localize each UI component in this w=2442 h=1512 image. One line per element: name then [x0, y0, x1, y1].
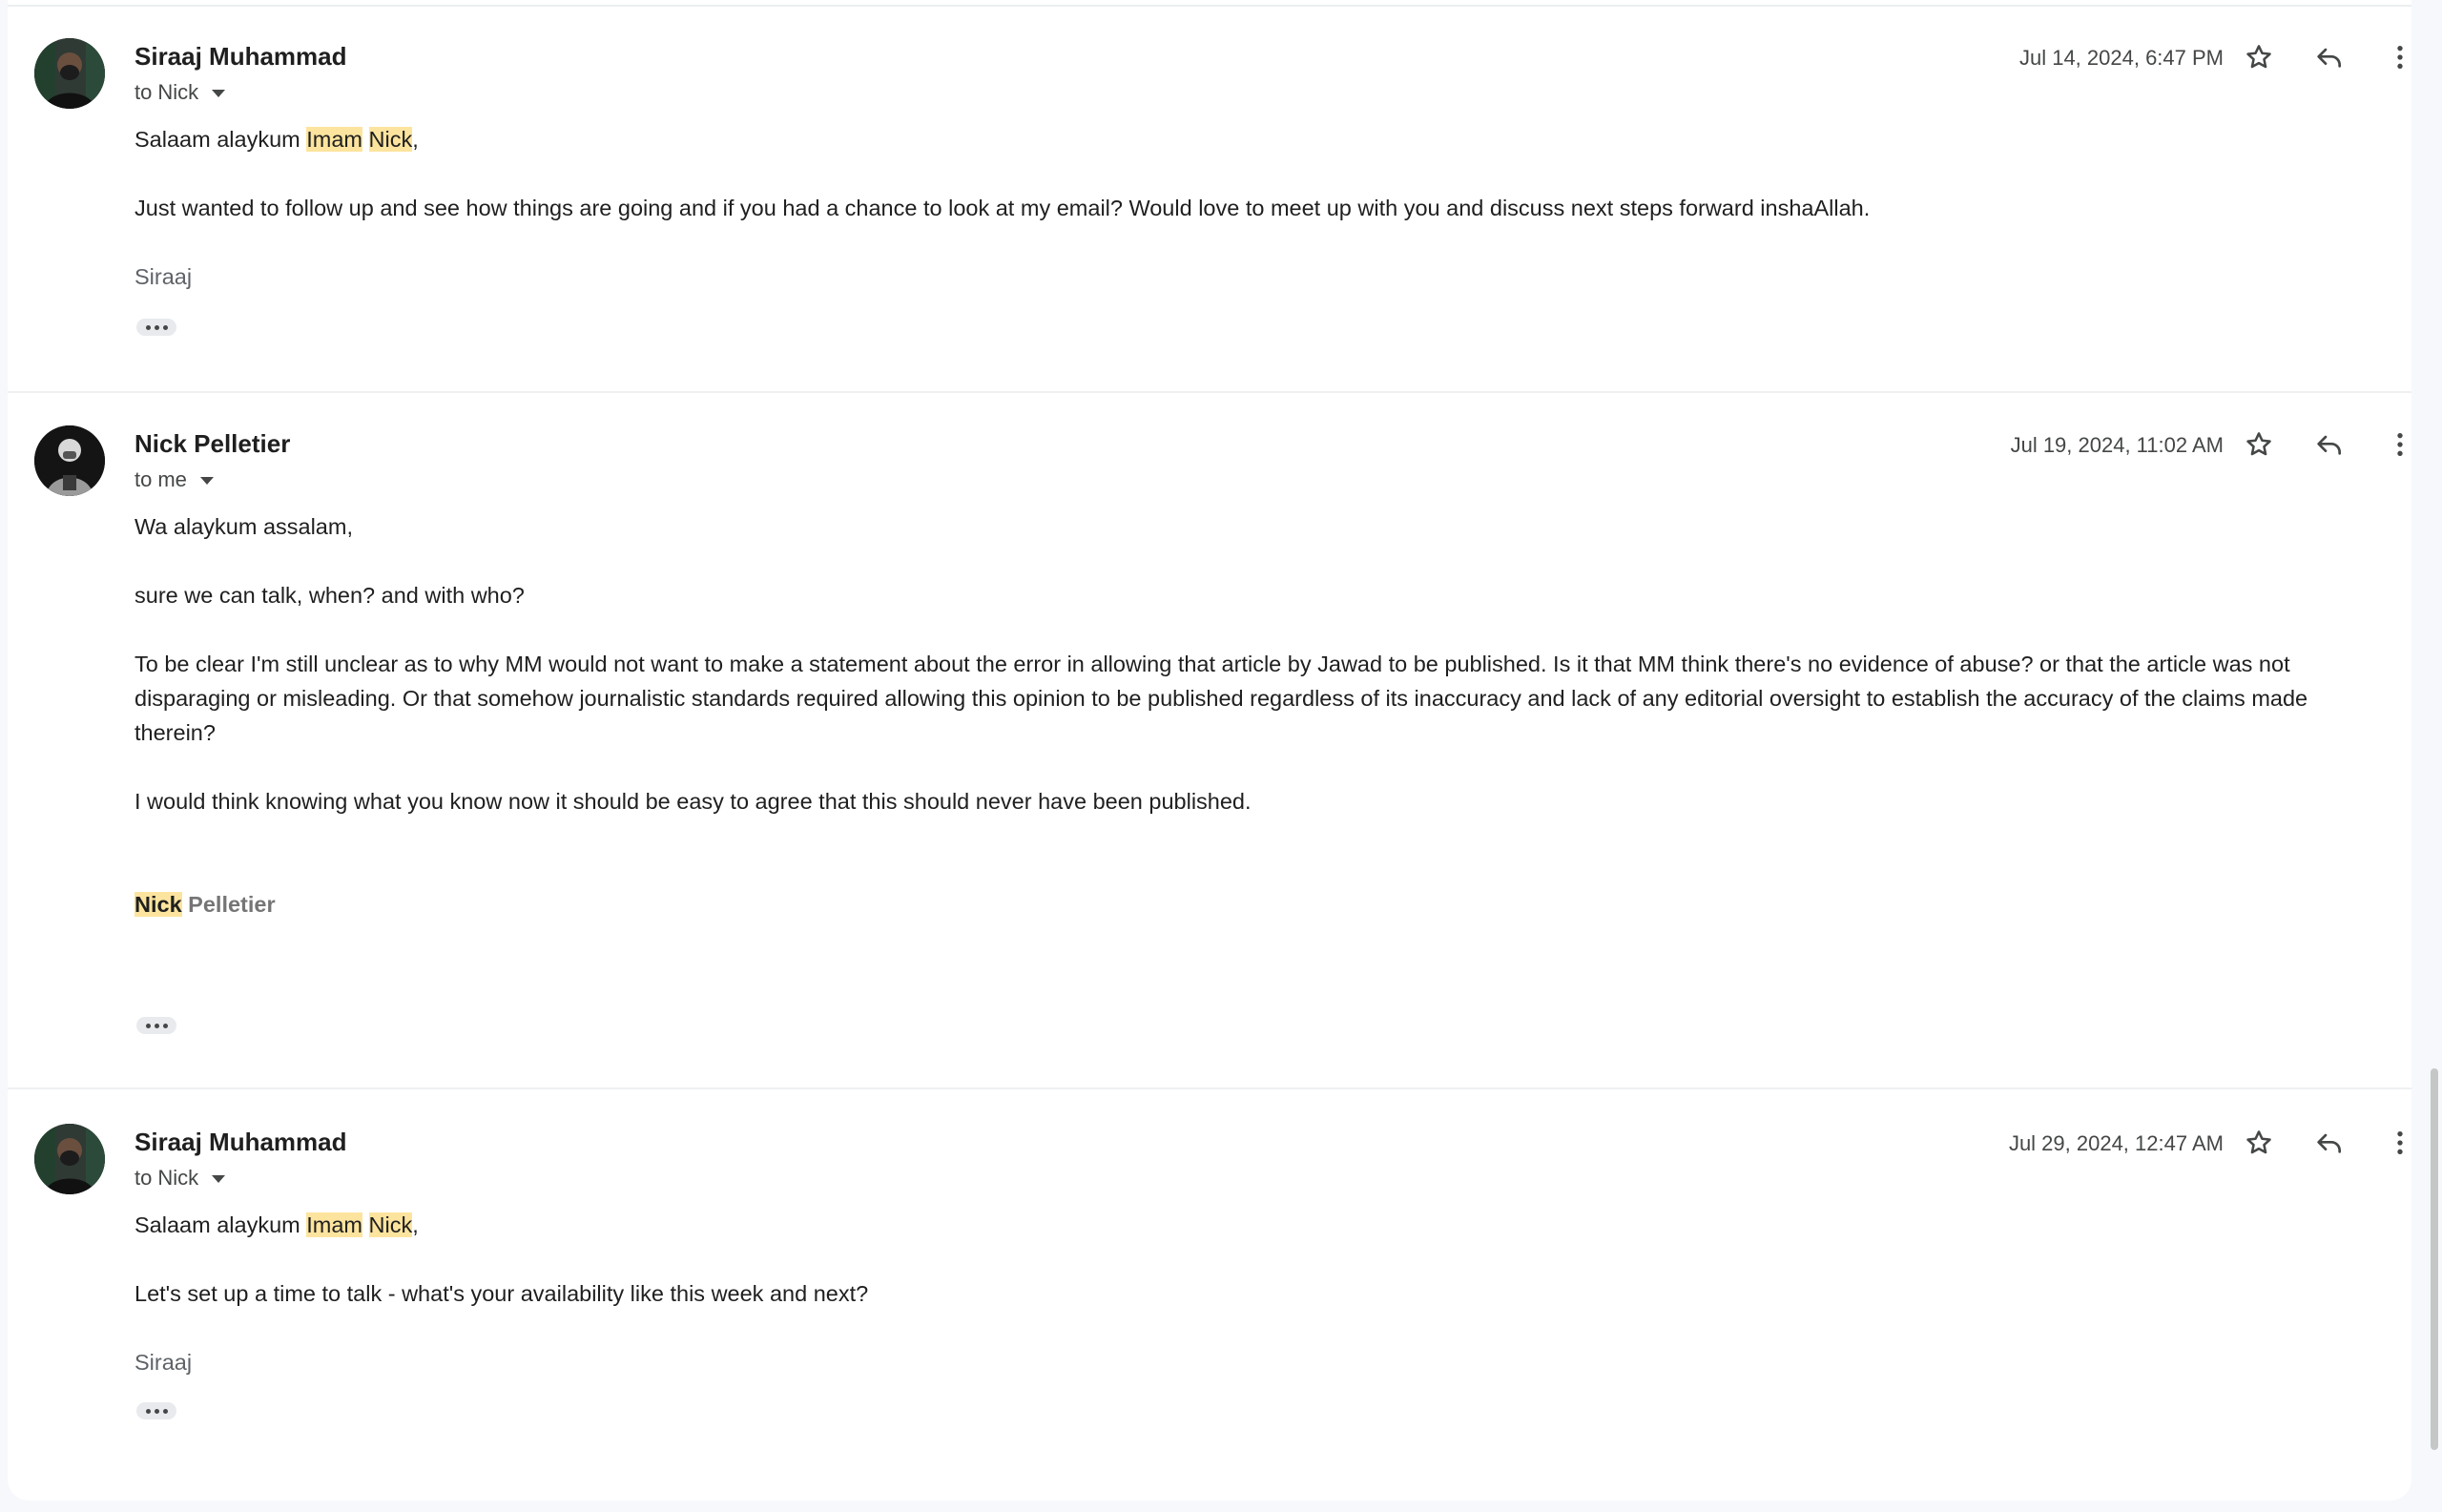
message-body: Wa alaykum assalam, sure we can talk, wh…: [135, 509, 2367, 922]
ellipsis-icon[interactable]: [136, 1402, 176, 1419]
sender-name[interactable]: Siraaj Muhammad: [135, 42, 347, 72]
recipient-prefix: to: [135, 1166, 153, 1190]
body-paragraph: To be clear I'm still unclear as to why …: [135, 652, 2308, 745]
message-timestamp: Jul 19, 2024, 11:02 AM: [2010, 433, 2224, 457]
signature: Nick Pelletier: [135, 892, 276, 917]
reply-icon[interactable]: [2310, 425, 2349, 464]
recipient-line[interactable]: to me: [135, 467, 214, 492]
thread-top-divider: [8, 0, 2411, 7]
more-vert-icon[interactable]: [2381, 425, 2411, 464]
message-divider: [8, 1087, 2411, 1089]
greeting-line: Salaam alaykum Imam Nick,: [135, 127, 419, 152]
reply-icon[interactable]: [2310, 1124, 2349, 1162]
star-icon[interactable]: [2240, 425, 2278, 464]
chevron-down-icon[interactable]: [199, 477, 214, 485]
ellipsis-icon[interactable]: [136, 1017, 176, 1034]
star-icon[interactable]: [2240, 38, 2278, 76]
body-paragraph: I would think knowing what you know now …: [135, 789, 1252, 814]
star-icon[interactable]: [2240, 1124, 2278, 1162]
recipient-name: me: [157, 467, 187, 491]
chevron-down-icon[interactable]: [212, 1175, 226, 1183]
body-paragraph: Let's set up a time to talk - what's you…: [135, 1281, 869, 1306]
search-highlight: Imam: [306, 1212, 362, 1237]
greeting-line: Salaam alaykum Imam Nick,: [135, 1212, 419, 1237]
signature: Siraaj: [135, 264, 193, 289]
ellipsis-icon[interactable]: [136, 319, 176, 336]
search-highlight: Nick: [368, 1212, 413, 1237]
more-vert-icon[interactable]: [2381, 38, 2411, 76]
search-highlight: Nick: [135, 892, 182, 917]
recipient-prefix: to: [135, 80, 153, 104]
sender-avatar[interactable]: [34, 38, 105, 109]
message-3: Siraaj Muhammad to Nick Jul 29, 2024, 12…: [8, 1124, 2411, 1448]
recipient-line[interactable]: to Nick: [135, 1166, 226, 1191]
body-paragraph: Wa alaykum assalam,: [135, 514, 353, 539]
message-body: Salaam alaykum Imam Nick, Just wanted to…: [135, 122, 2367, 294]
more-vert-icon[interactable]: [2381, 1124, 2411, 1162]
chevron-down-icon[interactable]: [212, 90, 226, 97]
message-timestamp: Jul 29, 2024, 12:47 AM: [2008, 1131, 2224, 1155]
recipient-name: Nick: [157, 80, 199, 104]
recipient-prefix: to: [135, 467, 153, 491]
recipient-name: Nick: [157, 1166, 199, 1190]
email-thread: Siraaj Muhammad to Nick Jul 14, 2024, 6:…: [8, 0, 2411, 1501]
sender-avatar[interactable]: [34, 425, 105, 496]
message-1: Siraaj Muhammad to Nick Jul 14, 2024, 6:…: [8, 38, 2411, 393]
recipient-line[interactable]: to Nick: [135, 80, 226, 105]
body-paragraph: sure we can talk, when? and with who?: [135, 583, 525, 608]
search-highlight: Imam: [306, 127, 362, 152]
search-highlight: Nick: [368, 127, 413, 152]
sender-name[interactable]: Nick Pelletier: [135, 429, 290, 459]
message-divider: [8, 391, 2411, 393]
message-timestamp: Jul 14, 2024, 6:47 PM: [2018, 46, 2224, 70]
sender-avatar[interactable]: [34, 1124, 105, 1194]
message-body: Salaam alaykum Imam Nick, Let's set up a…: [135, 1208, 2367, 1379]
body-paragraph: Just wanted to follow up and see how thi…: [135, 196, 1871, 220]
reply-icon[interactable]: [2310, 38, 2349, 76]
signature: Siraaj: [135, 1350, 193, 1375]
message-2: Nick Pelletier to me Jul 19, 2024, 11:02…: [8, 425, 2411, 1089]
sender-name[interactable]: Siraaj Muhammad: [135, 1128, 347, 1157]
scrollbar-thumb[interactable]: [2431, 1068, 2438, 1450]
